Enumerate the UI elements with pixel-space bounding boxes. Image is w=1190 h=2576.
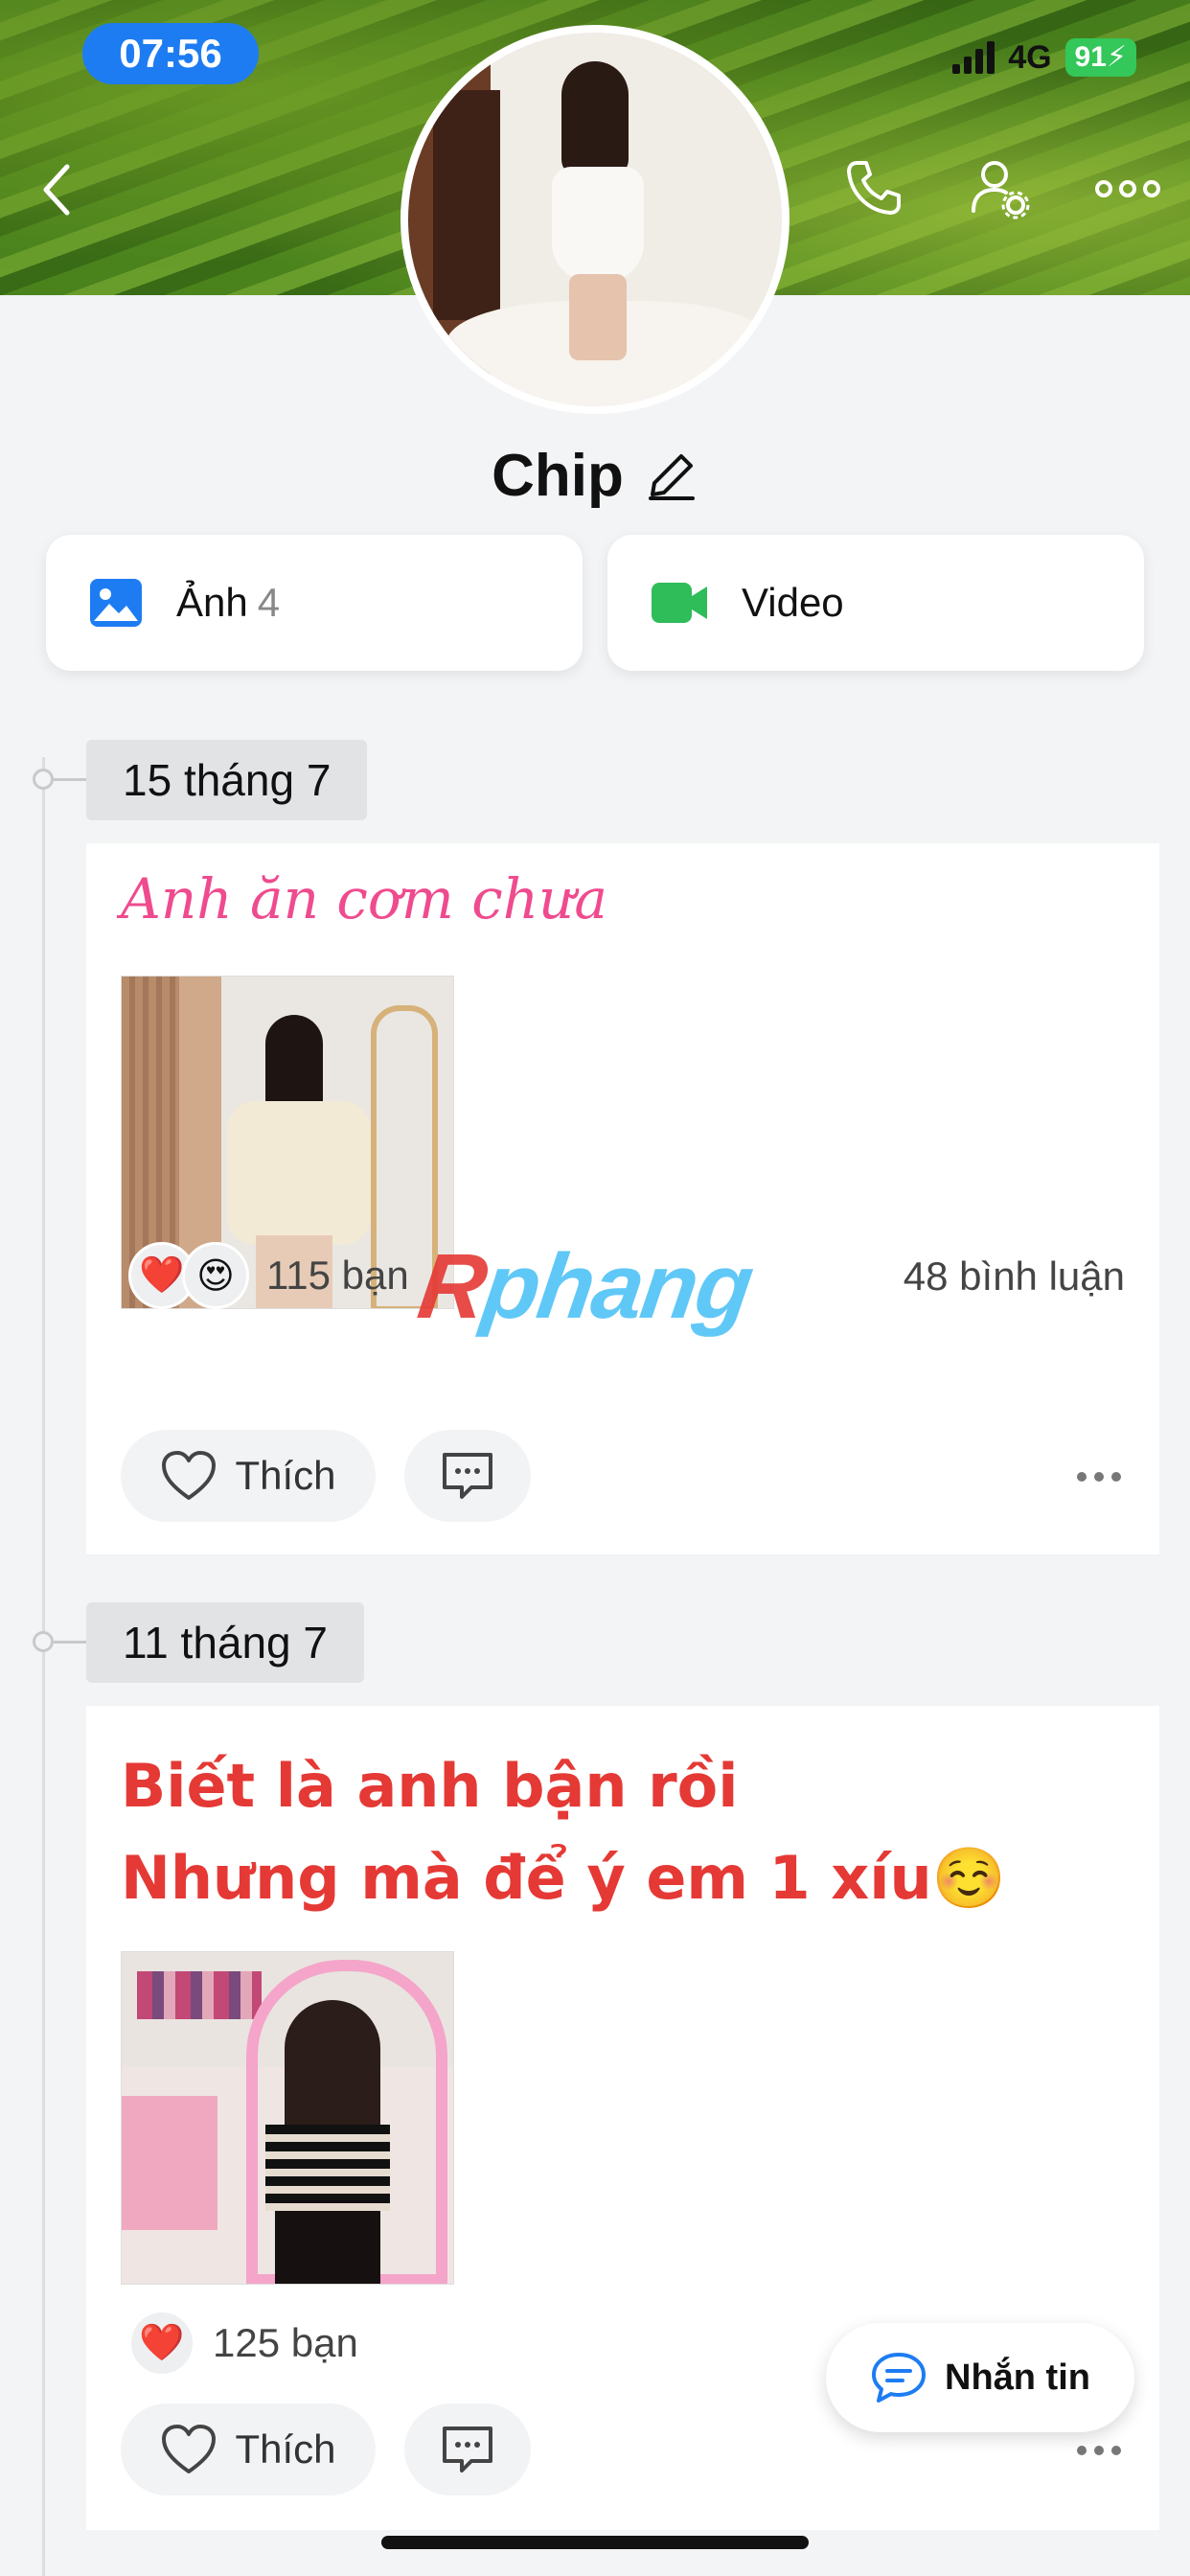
timeline-connector (54, 778, 88, 781)
timeline-dot (33, 769, 54, 790)
status-bar-right: 4G 91⚡ (952, 36, 1136, 79)
post-date-chip: 11 tháng 7 (86, 1602, 365, 1683)
heart-eyes-reaction-icon: 😍 (182, 1242, 249, 1309)
comment-count[interactable]: 48 bình luận (904, 1254, 1125, 1300)
reaction-summary[interactable]: ❤️ 125 bạn (128, 2310, 358, 2377)
post-caption: Biết là anh bận rồi Nhưng mà để ý em 1 x… (121, 1740, 1006, 1924)
reaction-count: 125 bạn (213, 2320, 358, 2365)
battery-icon: 91⚡ (1064, 38, 1136, 77)
profile-settings-button[interactable] (970, 157, 1033, 225)
photos-count: 4 (257, 580, 281, 625)
signal-icon (952, 41, 995, 74)
back-button[interactable] (38, 161, 77, 223)
home-indicator[interactable] (381, 2536, 809, 2549)
more-options-button[interactable] (1094, 174, 1161, 208)
phone-icon (847, 161, 901, 215)
message-button-label: Nhắn tin (945, 2357, 1090, 2398)
heart-reaction-icon: ❤️ (128, 2310, 195, 2377)
profile-avatar[interactable] (400, 25, 790, 414)
reaction-summary[interactable]: ❤️ 😍 115 bạn (128, 1242, 409, 1309)
user-settings-icon (972, 161, 1030, 219)
video-camera-icon (652, 583, 707, 623)
status-time: 07:56 (82, 23, 259, 84)
comment-icon (443, 2426, 492, 2472)
video-button[interactable]: Video (607, 535, 1144, 671)
network-type: 4G (1008, 38, 1052, 76)
like-button[interactable]: Thích (121, 1430, 376, 1522)
photo-icon (90, 579, 142, 627)
comment-icon (443, 1453, 492, 1499)
post-more-button[interactable] (1077, 2446, 1121, 2455)
timeline-line (42, 757, 45, 2576)
post-card: Anh ăn cơm chưa ❤️ 😍 115 bạn 48 bình luậ… (86, 843, 1159, 1554)
message-button[interactable]: Nhắn tin (826, 2323, 1134, 2432)
chat-icon (872, 2353, 926, 2403)
battery-level: 91 (1074, 41, 1107, 73)
more-horizontal-icon (1095, 180, 1160, 197)
heart-outline-icon (162, 2425, 217, 2473)
post-date-chip: 15 tháng 7 (86, 740, 368, 820)
post-caption: Anh ăn cơm chưa (121, 866, 608, 932)
post-photo[interactable] (121, 1951, 454, 2285)
photos-button[interactable]: Ảnh 4 (46, 535, 583, 671)
watermark-logo: Rphang (412, 1235, 758, 1338)
photos-label: Ảnh (176, 580, 248, 625)
pencil-icon[interactable] (645, 448, 698, 502)
post-caption-line: Biết là anh bận rồi (121, 1751, 739, 1821)
like-label: Thích (235, 1453, 336, 1498)
heart-outline-icon (162, 1451, 217, 1500)
chevron-left-icon (43, 164, 70, 216)
profile-name: Chip (492, 442, 624, 509)
timeline-dot (33, 1631, 54, 1652)
profile-name-row: Chip (0, 437, 1190, 514)
video-label: Video (742, 580, 844, 625)
comment-button[interactable] (404, 2404, 531, 2496)
post-more-button[interactable] (1077, 1472, 1121, 1482)
like-button[interactable]: Thích (121, 2404, 376, 2496)
call-button[interactable] (843, 157, 904, 223)
comment-button[interactable] (404, 1430, 531, 1522)
timeline-connector (54, 1641, 88, 1644)
reaction-count: 115 bạn (266, 1253, 409, 1298)
like-label: Thích (235, 2426, 336, 2472)
post-caption-line: Nhưng mà để ý em 1 xíu☺️ (121, 1843, 1006, 1913)
